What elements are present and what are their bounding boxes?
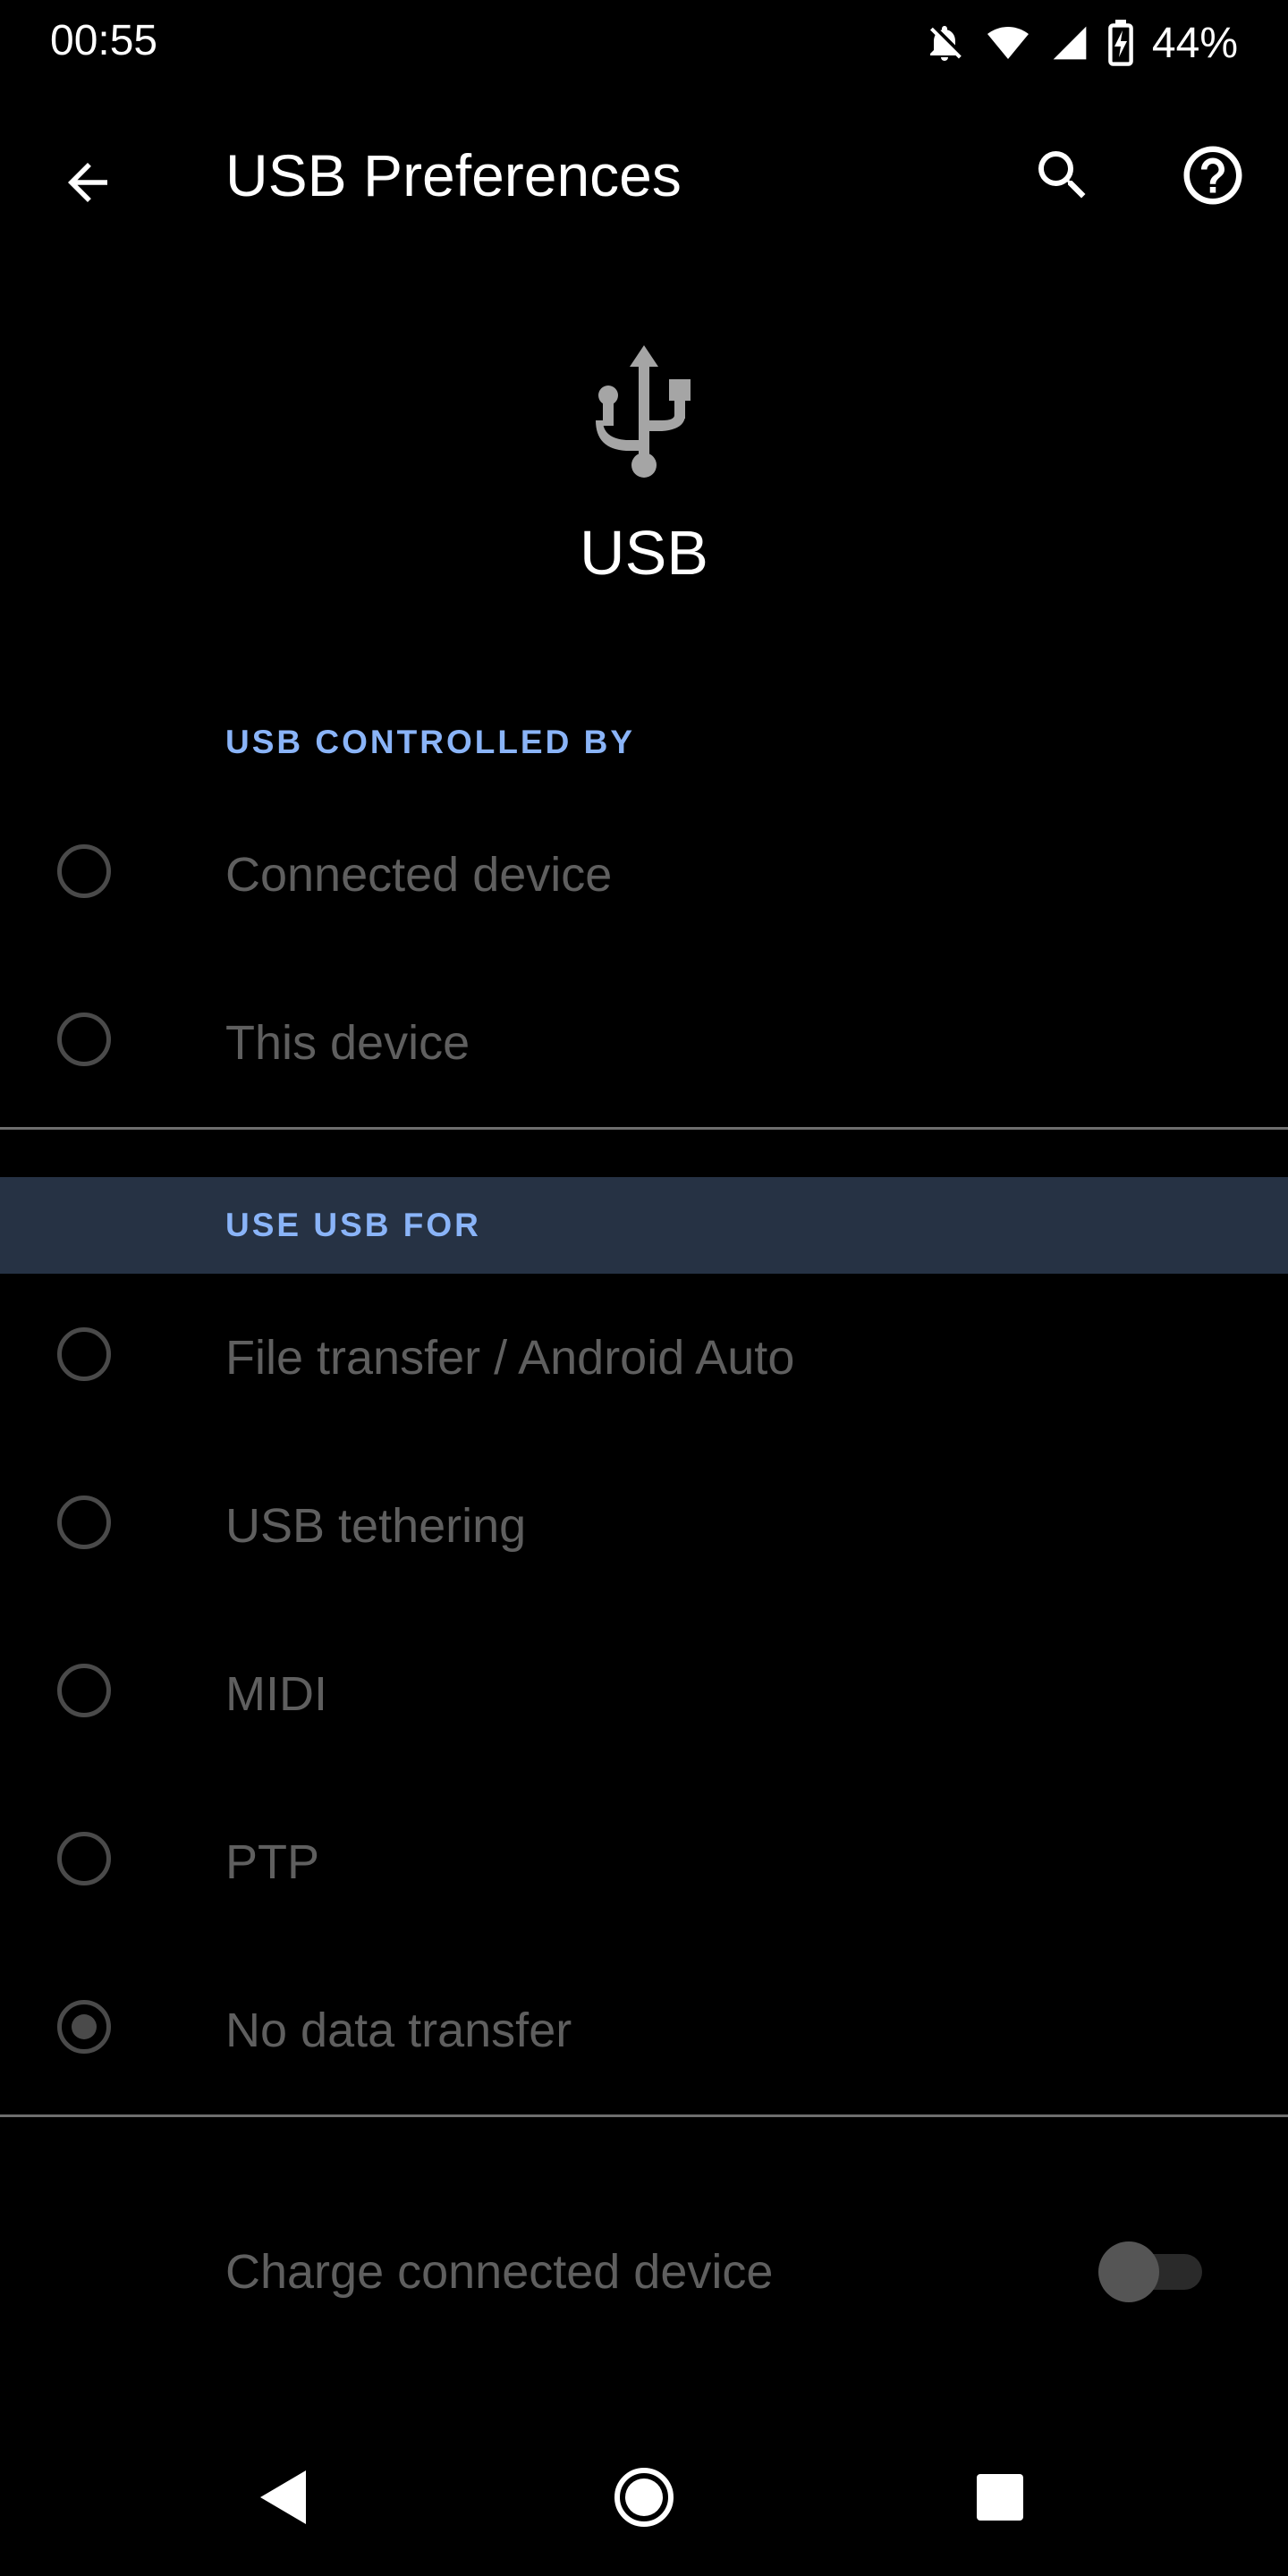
radio-option-connected-device[interactable]: Connected device [0, 791, 1288, 959]
app-bar: USB Preferences [0, 86, 1288, 265]
notifications-off-icon [923, 21, 966, 64]
section-label: USB CONTROLLED BY [225, 724, 635, 760]
battery-percent: 44% [1151, 19, 1238, 67]
usb-title: USB [580, 518, 708, 588]
radio-button-selected[interactable] [57, 2000, 111, 2054]
charge-connected-device-row[interactable]: Charge connected device [0, 2182, 1288, 2361]
radio-button[interactable] [57, 1496, 111, 1549]
status-icons: 44% [923, 16, 1238, 70]
radio-option-usb-tethering[interactable]: USB tethering [0, 1442, 1288, 1610]
nav-recents-button[interactable] [957, 2454, 1043, 2540]
radio-option-ptp[interactable]: PTP [0, 1778, 1288, 1946]
status-bar: 00:55 44% [0, 0, 1288, 86]
radio-option-file-transfer[interactable]: File transfer / Android Auto [0, 1274, 1288, 1442]
help-button[interactable] [1170, 132, 1256, 218]
charge-toggle-switch[interactable] [1098, 2241, 1206, 2302]
radio-label: This device [225, 1016, 470, 1070]
search-button[interactable] [1020, 132, 1106, 218]
radio-label: PTP [225, 1835, 320, 1889]
section-label: USE USB FOR [225, 1207, 481, 1243]
radio-label: MIDI [225, 1667, 327, 1721]
radio-button[interactable] [57, 844, 111, 898]
help-icon [1183, 146, 1242, 205]
usb-icon [596, 345, 691, 478]
radio-button[interactable] [57, 1832, 111, 1885]
cell-signal-icon [1050, 21, 1089, 64]
page-title: USB Preferences [225, 142, 682, 208]
radio-option-midi[interactable]: MIDI [0, 1610, 1288, 1778]
nav-recents-icon [977, 2474, 1023, 2521]
back-arrow-icon [68, 163, 107, 202]
status-time: 00:55 [50, 17, 158, 64]
usb-header: USB [0, 340, 1288, 608]
radio-button[interactable] [57, 1327, 111, 1381]
navigation-bar [0, 2419, 1288, 2576]
back-button[interactable] [45, 140, 131, 225]
nav-home-button[interactable] [601, 2454, 687, 2540]
divider [0, 1127, 1288, 1130]
search-icon [1038, 151, 1086, 199]
nav-home-icon [614, 2468, 674, 2527]
radio-label: File transfer / Android Auto [225, 1331, 795, 1385]
toggle-label: Charge connected device [225, 2245, 774, 2299]
battery-charging-icon [1107, 20, 1134, 66]
radio-button[interactable] [57, 1013, 111, 1066]
radio-label: Connected device [225, 848, 613, 902]
nav-back-icon [260, 2470, 306, 2524]
radio-label: No data transfer [225, 2004, 572, 2057]
radio-option-this-device[interactable]: This device [0, 959, 1288, 1127]
radio-button[interactable] [57, 1664, 111, 1717]
section-header-usb-controlled-by: USB CONTROLLED BY [0, 694, 1288, 791]
divider [0, 2114, 1288, 2117]
toggle-thumb [1098, 2241, 1159, 2302]
radio-label: USB tethering [225, 1499, 527, 1553]
wifi-icon [984, 21, 1032, 64]
radio-option-no-data-transfer[interactable]: No data transfer [0, 1946, 1288, 2114]
nav-back-button[interactable] [242, 2454, 327, 2540]
section-header-use-usb-for: USE USB FOR [0, 1177, 1288, 1274]
